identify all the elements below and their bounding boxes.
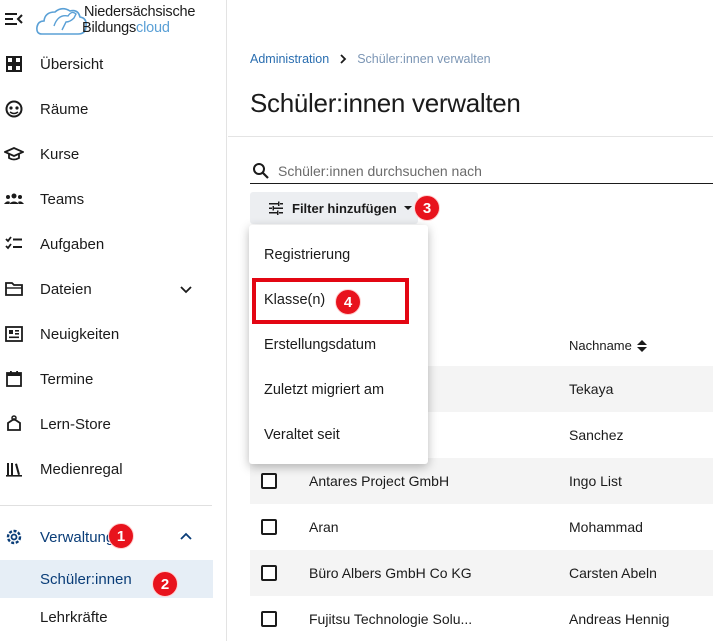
sidebar-item-label: Räume xyxy=(40,100,89,118)
cell-vorname: Antares Project GmbH xyxy=(309,473,450,489)
logo-line1: Niedersächsische xyxy=(84,4,196,20)
sidebar-item-label: Lern-Store xyxy=(40,415,111,433)
rooms-icon xyxy=(5,100,23,118)
search-field[interactable] xyxy=(250,158,713,184)
add-filter-label: Filter hinzufügen xyxy=(292,200,397,216)
filter-option-registrierung[interactable]: Registrierung xyxy=(249,232,428,277)
sidebar-item-termine[interactable]: Termine xyxy=(0,357,227,401)
logo-line2-a: Bildungs xyxy=(82,20,137,36)
caret-down-icon xyxy=(403,206,412,210)
media-shelf-icon xyxy=(6,463,22,477)
sidebar-item-raeume[interactable]: Räume xyxy=(0,87,227,131)
sidebar-item-neuigkeiten[interactable]: Neuigkeiten xyxy=(0,312,227,356)
cell-nachname: Carsten Abeln xyxy=(569,565,657,581)
cell-nachname: Ingo List xyxy=(569,473,622,489)
column-header-label: Nachname xyxy=(569,338,632,353)
sidebar-item-label: Dateien xyxy=(40,280,92,298)
sidebar-item-uebersicht[interactable]: Übersicht xyxy=(0,42,227,86)
cell-vorname: Aran xyxy=(309,519,339,535)
filter-menu: Registrierung Klasse(n) Erstellungsdatum… xyxy=(249,225,428,464)
filter-sliders-icon xyxy=(269,201,283,215)
sort-icon xyxy=(636,339,647,352)
page-title: Schüler:innen verwalten xyxy=(250,88,521,118)
step-badge-1: 1 xyxy=(108,523,134,549)
add-filter-button[interactable]: Filter hinzufügen xyxy=(250,192,418,224)
sidebar-item-aufgaben[interactable]: Aufgaben xyxy=(0,222,227,266)
header-divider xyxy=(228,136,713,137)
filter-option-veraltet-seit[interactable]: Veraltet seit xyxy=(249,412,428,457)
sidebar-subitem-label: Schüler:innen xyxy=(40,570,132,588)
tasks-icon xyxy=(5,236,22,250)
chevron-right-icon xyxy=(340,54,347,64)
sidebar-item-label: Teams xyxy=(40,190,85,208)
table-row[interactable]: Aran Mohammad xyxy=(250,504,713,550)
sidebar-header: Niedersächsische Bildungscloud xyxy=(0,0,227,40)
step-badge-4: 4 xyxy=(335,289,361,315)
row-checkbox[interactable] xyxy=(261,519,277,535)
lern-store-icon xyxy=(7,415,21,431)
folder-icon xyxy=(5,282,23,296)
cell-vorname: Fujitsu Technologie Solu... xyxy=(309,611,473,627)
sidebar-item-label: Kurse xyxy=(40,145,80,163)
row-checkbox[interactable] xyxy=(261,473,277,489)
search-input[interactable] xyxy=(278,162,698,179)
gear-icon xyxy=(6,529,22,545)
cell-nachname: Andreas Hennig xyxy=(569,611,670,627)
dashboard-icon xyxy=(6,56,22,72)
sidebar-item-dateien[interactable]: Dateien xyxy=(0,267,227,311)
collapse-sidebar-icon[interactable] xyxy=(4,10,24,28)
sidebar-subitem-lehrkraefte[interactable]: Lehrkräfte xyxy=(0,598,213,636)
sidebar-item-label: Medienregal xyxy=(40,460,123,478)
logo[interactable]: Niedersächsische Bildungscloud xyxy=(36,0,196,40)
row-checkbox[interactable] xyxy=(261,611,277,627)
sidebar-item-medienregal[interactable]: Medienregal xyxy=(0,447,227,491)
cell-nachname: Sanchez xyxy=(569,427,624,443)
column-header-nachname[interactable]: Nachname xyxy=(569,338,648,353)
sidebar-item-label: Neuigkeiten xyxy=(40,325,120,343)
sidebar-item-teams[interactable]: Teams xyxy=(0,177,227,221)
chevron-down-icon[interactable] xyxy=(178,281,194,297)
graduation-cap-icon xyxy=(4,147,24,161)
step-badge-3: 3 xyxy=(414,195,440,221)
cell-vorname: Büro Albers GmbH Co KG xyxy=(309,565,472,581)
sidebar-subitem-schueler[interactable]: Schüler:innen xyxy=(0,560,213,598)
logo-line2-b: cloud xyxy=(136,20,170,36)
teams-icon xyxy=(4,193,24,204)
chevron-up-icon[interactable] xyxy=(178,529,194,545)
logo-line2: Bildungscloud xyxy=(82,20,170,36)
table-row[interactable]: Fujitsu Technologie Solu... Andreas Henn… xyxy=(250,596,713,641)
breadcrumb: Administration Schüler:innen verwalten xyxy=(250,52,491,66)
cell-nachname: Mohammad xyxy=(569,519,643,535)
sidebar-item-kurse[interactable]: Kurse xyxy=(0,132,227,176)
calendar-icon xyxy=(6,371,22,387)
sidebar-item-label: Übersicht xyxy=(40,55,104,73)
filter-option-erstellungsdatum[interactable]: Erstellungsdatum xyxy=(249,322,428,367)
news-icon xyxy=(5,326,23,342)
sidebar-item-label: Aufgaben xyxy=(40,235,105,253)
table-row[interactable]: Büro Albers GmbH Co KG Carsten Abeln xyxy=(250,550,713,596)
breadcrumb-link-administration[interactable]: Administration xyxy=(250,52,329,66)
row-checkbox[interactable] xyxy=(261,565,277,581)
cell-nachname: Tekaya xyxy=(569,381,614,397)
table-row[interactable]: Antares Project GmbH Ingo List xyxy=(250,458,713,504)
step-badge-2: 2 xyxy=(152,571,178,597)
sidebar-item-lern-store[interactable]: Lern-Store xyxy=(0,402,227,446)
sidebar-divider xyxy=(0,505,212,506)
sidebar-subitem-label: Lehrkräfte xyxy=(40,608,108,626)
sidebar-item-label: Termine xyxy=(40,370,94,388)
breadcrumb-current: Schüler:innen verwalten xyxy=(357,52,491,66)
search-icon xyxy=(253,162,269,179)
sidebar-item-label: Verwaltung xyxy=(40,528,115,546)
filter-option-zuletzt-migriert[interactable]: Zuletzt migriert am xyxy=(249,367,428,412)
